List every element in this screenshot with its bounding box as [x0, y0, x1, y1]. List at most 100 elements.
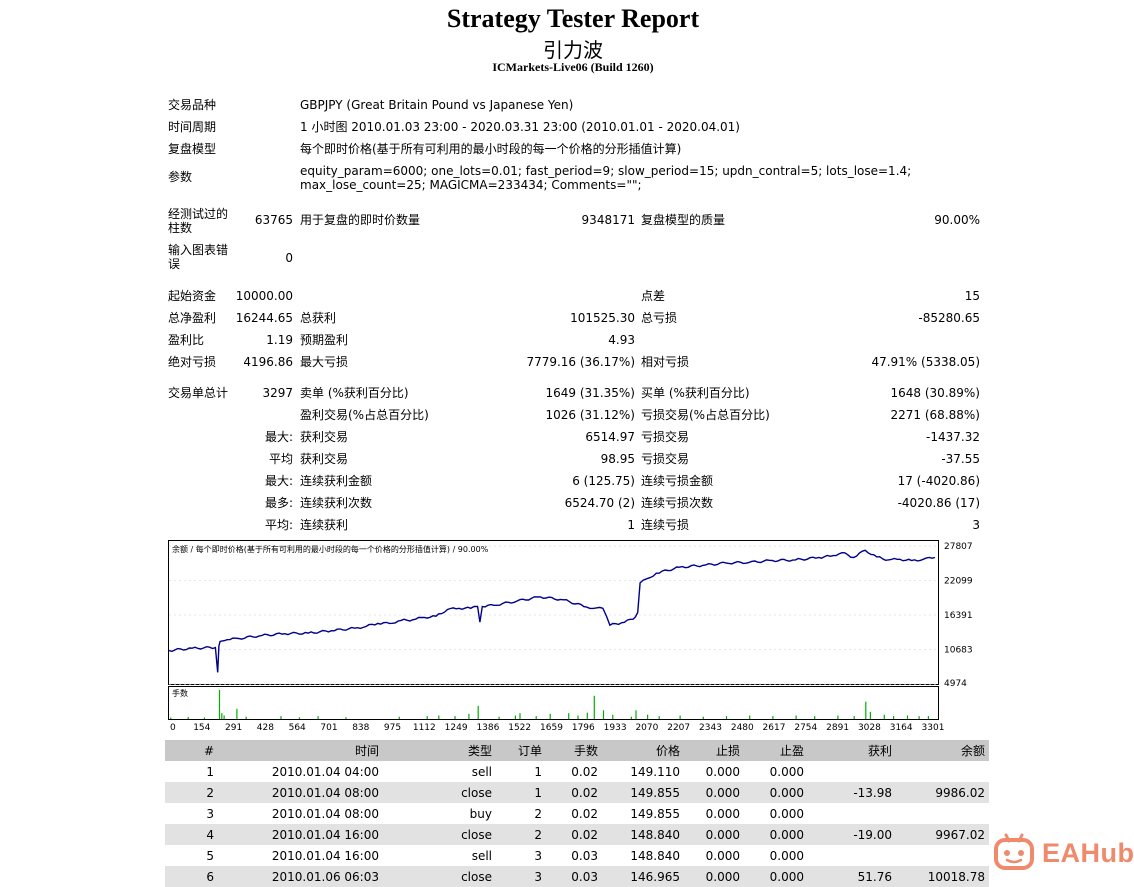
bars-label: 经测试过的柱数: [168, 207, 229, 235]
max-cons-wins-value: 6 (125.75): [572, 474, 635, 488]
table-cell: [808, 845, 896, 866]
table-cell: [896, 803, 989, 824]
profit-trades-value: 1026 (31.12%): [545, 408, 635, 422]
watermark-text: EAHub: [1042, 838, 1134, 868]
report-subtitle: 引力波: [543, 40, 603, 62]
quality-label: 复盘模型的质量: [641, 213, 726, 227]
long-positions-value: 1648 (30.89%): [890, 386, 980, 400]
avg-cons-losses-label: 连续亏损: [641, 518, 690, 532]
table-cell: sell: [471, 764, 492, 779]
table-cell: 0.000: [705, 764, 740, 779]
loss-trades-label: 亏损交易(%占总百分比): [641, 408, 770, 422]
y-tick-label: 10683: [944, 646, 973, 656]
col-type: 类型: [383, 740, 496, 761]
expected-payoff-label: 预期盈利: [300, 333, 349, 347]
x-tick-label: 2891: [826, 723, 849, 733]
table-cell: 149.110: [630, 764, 680, 779]
x-tick-label: 0: [170, 723, 176, 733]
average2-label: 平均:: [264, 518, 293, 532]
x-tick-label: 428: [257, 723, 274, 733]
table-cell: -13.98: [808, 782, 896, 803]
largest-profit-value: 6514.97: [585, 430, 635, 444]
x-tick-label: 701: [320, 723, 337, 733]
abs-drawdown-value: 4196.86: [243, 355, 293, 369]
col-price: 价格: [602, 740, 684, 761]
table-cell: [896, 761, 989, 782]
table-cell: 2010.01.04 16:00: [218, 824, 383, 845]
largest-loss-label: 亏损交易: [641, 430, 690, 444]
trades-header-row: # 时间 类型 订单 手数 价格 止损 止盈 获利 余额: [165, 740, 989, 761]
x-tick-label: 3301: [922, 723, 945, 733]
gross-loss-value: -85280.65: [918, 311, 980, 325]
spread-label: 点差: [641, 289, 666, 303]
x-tick-label: 1386: [476, 723, 499, 733]
table-cell: 0.000: [744, 782, 808, 803]
table-cell: 0.02: [546, 782, 602, 803]
largest-profit-label: 获利交易: [300, 430, 349, 444]
loss-trades-value: 2271 (68.88%): [890, 408, 980, 422]
table-cell: 0.000: [684, 866, 744, 887]
table-cell: 5: [206, 848, 214, 863]
table-cell: 0.000: [705, 806, 740, 821]
net-profit-label: 总净盈利: [168, 311, 217, 325]
max-drawdown-value: 7779.16 (36.17%): [526, 355, 635, 369]
short-positions-value: 1649 (31.35%): [545, 386, 635, 400]
server-build: ICMarkets-Live06 (Build 1260): [492, 60, 654, 74]
errors-label: 输入图表错误: [168, 243, 229, 271]
table-cell: 2: [496, 824, 546, 845]
x-tick-label: 154: [193, 723, 210, 733]
total-trades-value: 3297: [262, 386, 293, 400]
avg-profit-label: 获利交易: [300, 452, 349, 466]
eahub-logo: EAHub: [994, 832, 1134, 876]
table-cell: close: [383, 782, 496, 803]
total-trades-label: 交易单总计: [168, 386, 229, 400]
avg-cons-losses-value: 3: [972, 518, 980, 532]
bars-value: 63765: [254, 213, 293, 227]
x-tick-label: 1249: [445, 723, 468, 733]
table-cell: sell: [471, 848, 492, 863]
trades-table: # 时间 类型 订单 手数 价格 止损 止盈 获利 余额 1 2010.01.04…: [165, 740, 989, 887]
x-tick-label: 838: [352, 723, 369, 733]
max-cons-losses-value: 17 (-4020.86): [897, 474, 980, 488]
spread-value: 15: [964, 289, 980, 303]
avg-cons-wins-label: 连续获利: [300, 518, 349, 532]
table-row: 5 2010.01.04 16:00 sell 3 0.03 148.840 0.000 0.…: [165, 845, 989, 866]
y-tick-label: 4974: [944, 679, 967, 689]
max-drawdown-label: 最大亏损: [300, 355, 349, 369]
table-cell: 148.840: [630, 848, 680, 863]
avg-profit-value: 98.95: [600, 452, 635, 466]
report-title: Strategy Tester Report: [446, 4, 700, 33]
errors-value: 0: [285, 251, 293, 265]
table-cell: 2: [534, 806, 542, 821]
col-order: 订单: [496, 740, 546, 761]
table-cell: 0.000: [769, 764, 804, 779]
table-cell: 1: [206, 764, 214, 779]
table-cell: 3: [206, 806, 214, 821]
x-tick-label: 3164: [890, 723, 913, 733]
col-lots: 手数: [546, 740, 602, 761]
table-row: 6 2010.01.06 06:03 close 3 0.03 146.965 0.000 0…: [165, 866, 989, 887]
profit-trades-label: 盈利交易(%占总百分比): [300, 408, 429, 422]
trades-body: 1 2010.01.04 04:00 sell 1 0.02 149.110 0.000 0.…: [165, 761, 989, 887]
x-tick-label: 2617: [763, 723, 786, 733]
table-cell: -19.00: [808, 824, 896, 845]
table-cell: 148.840: [602, 824, 684, 845]
rel-drawdown-value: 47.91% (5338.05): [871, 355, 980, 369]
col-time: 时间: [218, 740, 383, 761]
x-tick-label: 1112: [413, 723, 436, 733]
table-cell: 2010.01.04 08:00: [271, 806, 379, 821]
table-cell: 0.000: [705, 848, 740, 863]
gross-loss-label: 总亏损: [641, 311, 678, 325]
table-cell: 146.965: [602, 866, 684, 887]
table-cell: 9967.02: [896, 824, 989, 845]
y-tick-labels: 27807 22099 16391 10683 4974: [944, 542, 973, 689]
table-cell: 1: [534, 764, 542, 779]
col-tp: 止盈: [744, 740, 808, 761]
x-tick-labels: 0 154 291 428 564 701 838 975 1112 1249 1386 1522 16…: [170, 723, 944, 733]
table-cell: [896, 845, 989, 866]
table-cell: 0.03: [546, 866, 602, 887]
table-cell: 0.000: [744, 866, 808, 887]
period-label: 时间周期: [168, 120, 217, 134]
maximum-label: 最大:: [264, 474, 293, 488]
x-tick-label: 2480: [731, 723, 754, 733]
